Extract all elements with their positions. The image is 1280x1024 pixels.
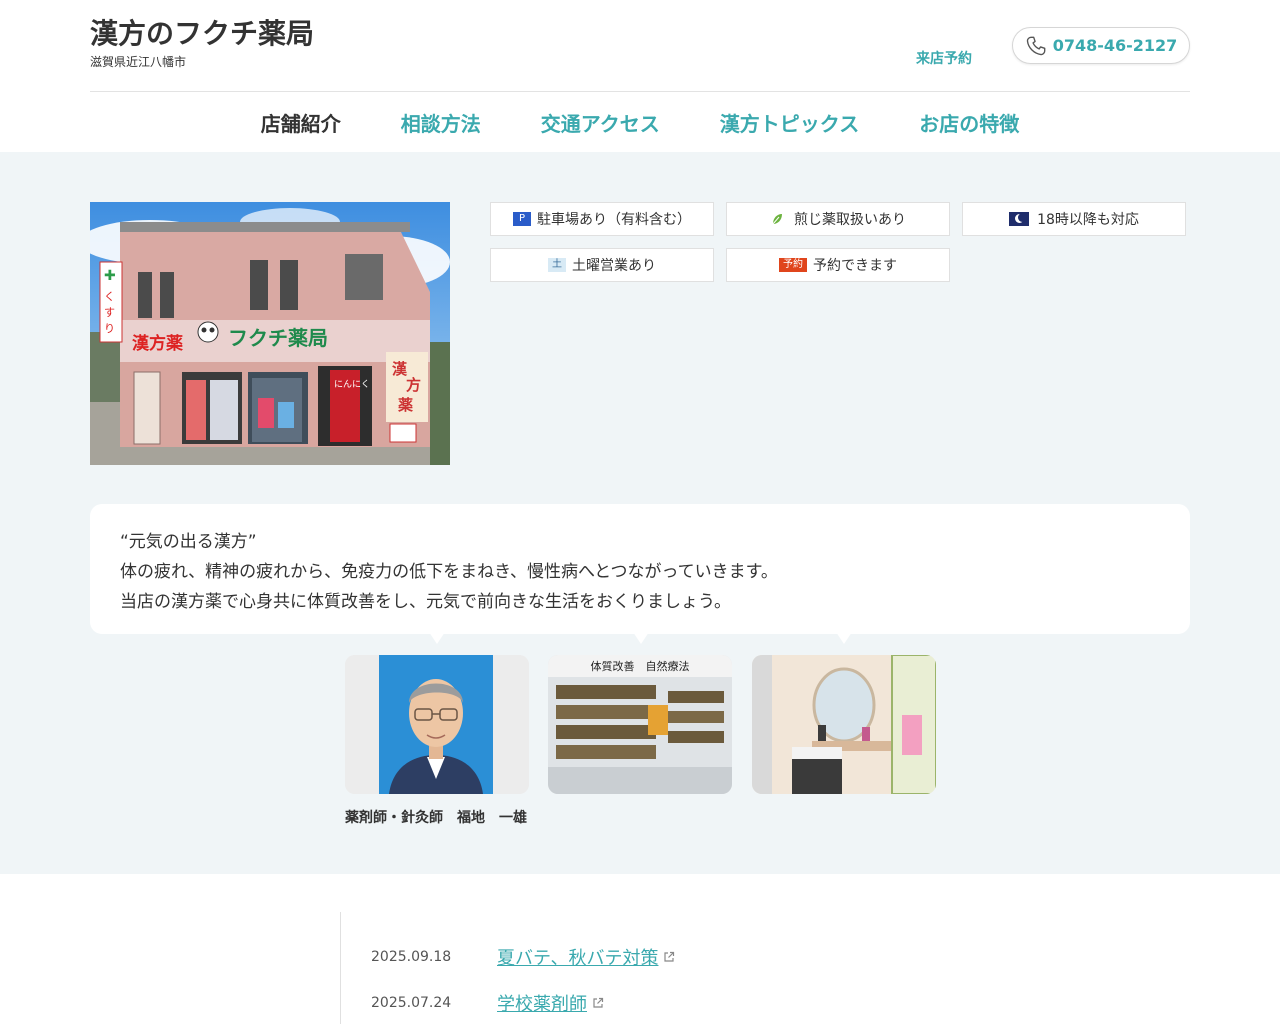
intro-line-1: “元気の出る漢方” bbox=[120, 532, 257, 552]
bubble-pointer bbox=[633, 632, 649, 644]
phone-number: 0748-46-2127 bbox=[1052, 36, 1178, 55]
moon-icon bbox=[1009, 212, 1030, 226]
news-link[interactable]: 学校薬剤師 bbox=[497, 990, 587, 1016]
bubble-pointer bbox=[836, 632, 852, 644]
feature-label: 18時以降も対応 bbox=[1037, 212, 1139, 228]
consultation-room-photo bbox=[752, 655, 936, 794]
pharmacist-photo bbox=[345, 655, 529, 794]
external-link-icon bbox=[664, 951, 675, 962]
site-subtitle: 滋賀県近江八幡市 bbox=[90, 55, 187, 69]
svg-text:漢方薬: 漢方薬 bbox=[132, 333, 183, 354]
reservation-icon: 予約 bbox=[779, 258, 807, 272]
svg-text:フクチ薬局: フクチ薬局 bbox=[228, 326, 328, 350]
bubble-pointer bbox=[429, 632, 445, 644]
storefront-photo: 漢方薬 フクチ薬局 ✚ く す り にんにく 漢 方 薬 bbox=[90, 202, 450, 465]
pharmacist-caption: 薬剤師・針灸師 福地 一雄 bbox=[345, 810, 527, 826]
feature-label: 煎じ薬取扱いあり bbox=[794, 212, 906, 228]
parking-icon: P bbox=[512, 212, 532, 226]
feature-saturday: 土 土曜営業あり bbox=[490, 248, 714, 282]
phone-icon bbox=[1026, 36, 1046, 55]
nav-item-store[interactable]: 店舗紹介 bbox=[261, 108, 341, 137]
news-date: 2025.07.24 bbox=[371, 995, 452, 1011]
site-title[interactable]: 漢方のフクチ薬局 bbox=[90, 16, 314, 52]
svg-text:く: く bbox=[104, 290, 115, 303]
shelf-sign: 体質改善 自然療法 bbox=[591, 659, 690, 673]
nav-item-topics[interactable]: 漢方トピックス bbox=[720, 108, 859, 137]
brand[interactable]: 漢方のフクチ薬局 滋賀県近江八幡市 bbox=[90, 16, 314, 70]
svg-text:り: り bbox=[104, 322, 115, 335]
shelf-photo: 体質改善 自然療法 bbox=[548, 655, 732, 794]
news-link[interactable]: 夏バテ、秋バテ対策 bbox=[497, 944, 658, 970]
intro-message: “元気の出る漢方” 体の疲れ、精神の疲れから、免疫力の低下をまねき、慢性病へとつ… bbox=[90, 504, 1190, 634]
feature-label: 予約できます bbox=[813, 258, 897, 274]
external-link-icon bbox=[593, 997, 604, 1008]
nav-item-consultation[interactable]: 相談方法 bbox=[401, 108, 481, 137]
reserve-link[interactable]: 来店予約 bbox=[916, 48, 972, 68]
feature-evening: 18時以降も対応 bbox=[962, 202, 1186, 236]
saturday-icon: 土 bbox=[548, 258, 566, 272]
feature-label: 駐車場あり（有料含む） bbox=[537, 212, 692, 228]
svg-text:す: す bbox=[104, 306, 115, 319]
svg-text:にんにく: にんにく bbox=[334, 379, 370, 390]
store-intro-section: 漢方薬 フクチ薬局 ✚ く す り にんにく 漢 方 薬 P 駐車場あり（有料含… bbox=[0, 152, 1280, 874]
news-item: 2025.09.18 夏バテ、秋バテ対策 bbox=[371, 944, 675, 970]
svg-text:方: 方 bbox=[406, 376, 421, 394]
svg-text:✚: ✚ bbox=[104, 268, 116, 284]
site-header: 漢方のフクチ薬局 滋賀県近江八幡市 来店予約 0748-46-2127 店舗紹介… bbox=[0, 0, 1280, 152]
svg-text:薬: 薬 bbox=[397, 396, 413, 414]
feature-decoction: 煎じ薬取扱いあり bbox=[726, 202, 950, 236]
intro-line-3: 当店の漢方薬で心身共に体質改善をし、元気で前向きな生活をおくりましょう。 bbox=[120, 592, 731, 612]
feature-label: 土曜営業あり bbox=[572, 258, 656, 274]
news-date: 2025.09.18 bbox=[371, 949, 452, 965]
feature-reservation: 予約 予約できます bbox=[726, 248, 950, 282]
main-nav: 店舗紹介 相談方法 交通アクセス 漢方トピックス お店の特徴 bbox=[0, 92, 1280, 152]
news-list: 2025.09.18 夏バテ、秋バテ対策 2025.07.24 学校薬剤師 bbox=[340, 912, 1190, 1024]
intro-line-2: 体の疲れ、精神の疲れから、免疫力の低下をまねき、慢性病へとつながっていきます。 bbox=[120, 562, 778, 582]
news-item: 2025.07.24 学校薬剤師 bbox=[371, 990, 604, 1016]
phone-button[interactable]: 0748-46-2127 bbox=[1012, 27, 1190, 64]
feature-parking: P 駐車場あり（有料含む） bbox=[490, 202, 714, 236]
leaf-icon bbox=[772, 214, 782, 225]
nav-item-features[interactable]: お店の特徴 bbox=[919, 108, 1019, 137]
nav-item-access[interactable]: 交通アクセス bbox=[541, 108, 660, 137]
